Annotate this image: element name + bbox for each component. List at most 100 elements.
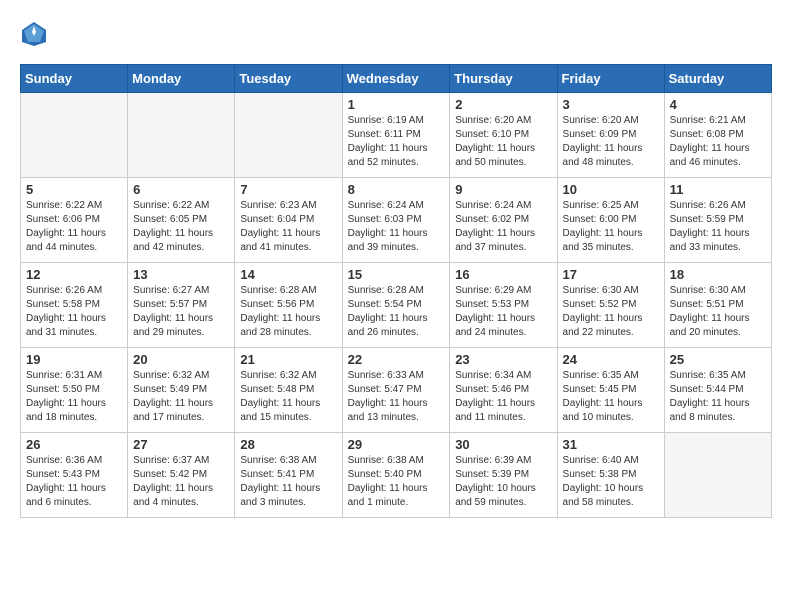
day-cell: 28 Sunrise: 6:38 AM Sunset: 5:41 PM Dayli… [235,433,342,518]
week-row-4: 19Sunrise: 6:31 AM Sunset: 5:50 PM Dayli… [21,348,772,433]
day-cell: 10 Sunrise: 6:25 AM Sunset: 6:00 PM Dayli… [557,178,664,263]
day-cell: 21 Sunrise: 6:32 AM Sunset: 5:48 PM Dayli… [235,348,342,433]
day-number: 2 [455,97,551,112]
page-header [20,20,772,48]
day-info: Sunrise: 6:20 AM Sunset: 6:10 PM Dayligh… [455,114,551,170]
day-info: Sunrise: 6:26 AM Sunset: 5:58 PM Dayligh… [26,284,122,340]
header-sunday: Sunday [21,65,128,93]
day-info: Sunrise: 6:26 AM Sunset: 5:59 PM Dayligh… [670,199,766,255]
day-cell: 7 Sunrise: 6:23 AM Sunset: 6:04 PM Daylig… [235,178,342,263]
day-info: Sunrise: 6:28 AM Sunset: 5:54 PM Dayligh… [348,284,445,340]
day-number: 13 [133,267,229,282]
day-info: Sunrise: 6:24 AM Sunset: 6:03 PM Dayligh… [348,199,445,255]
day-info: Sunrise: 6:34 AM Sunset: 5:46 PM Dayligh… [455,369,551,425]
day-cell: 30 Sunrise: 6:39 AM Sunset: 5:39 PM Dayli… [450,433,557,518]
header-thursday: Thursday [450,65,557,93]
day-cell: 13 Sunrise: 6:27 AM Sunset: 5:57 PM Dayli… [128,263,235,348]
day-cell [664,433,771,518]
header-friday: Friday [557,65,664,93]
day-number: 7 [240,182,336,197]
day-number: 11 [670,182,766,197]
day-number: 6 [133,182,229,197]
day-number: 14 [240,267,336,282]
day-number: 1 [348,97,445,112]
header-monday: Monday [128,65,235,93]
day-info: Sunrise: 6:22 AM Sunset: 6:06 PM Dayligh… [26,199,122,255]
day-cell: 15 Sunrise: 6:28 AM Sunset: 5:54 PM Dayli… [342,263,450,348]
day-info: Sunrise: 6:23 AM Sunset: 6:04 PM Dayligh… [240,199,336,255]
day-number: 30 [455,437,551,452]
header-row: SundayMondayTuesdayWednesdayThursdayFrid… [21,65,772,93]
day-number: 15 [348,267,445,282]
day-number: 28 [240,437,336,452]
day-number: 9 [455,182,551,197]
day-cell: 18 Sunrise: 6:30 AM Sunset: 5:51 PM Dayli… [664,263,771,348]
day-number: 26 [26,437,122,452]
day-cell: 14 Sunrise: 6:28 AM Sunset: 5:56 PM Dayli… [235,263,342,348]
day-info: Sunrise: 6:32 AM Sunset: 5:49 PM Dayligh… [133,369,229,425]
header-wednesday: Wednesday [342,65,450,93]
day-cell: 9 Sunrise: 6:24 AM Sunset: 6:02 PM Daylig… [450,178,557,263]
day-info: Sunrise: 6:20 AM Sunset: 6:09 PM Dayligh… [563,114,659,170]
day-cell [21,93,128,178]
day-info: Sunrise: 6:40 AM Sunset: 5:38 PM Dayligh… [563,454,659,510]
logo [20,20,52,48]
day-info: Sunrise: 6:27 AM Sunset: 5:57 PM Dayligh… [133,284,229,340]
day-info: Sunrise: 6:28 AM Sunset: 5:56 PM Dayligh… [240,284,336,340]
day-number: 17 [563,267,659,282]
day-cell: 22 Sunrise: 6:33 AM Sunset: 5:47 PM Dayli… [342,348,450,433]
day-cell: 11 Sunrise: 6:26 AM Sunset: 5:59 PM Dayli… [664,178,771,263]
day-info: Sunrise: 6:30 AM Sunset: 5:51 PM Dayligh… [670,284,766,340]
day-info: Sunrise: 6:39 AM Sunset: 5:39 PM Dayligh… [455,454,551,510]
day-number: 10 [563,182,659,197]
day-cell: 1 Sunrise: 6:19 AM Sunset: 6:11 PM Daylig… [342,93,450,178]
day-number: 24 [563,352,659,367]
day-cell: 5 Sunrise: 6:22 AM Sunset: 6:06 PM Daylig… [21,178,128,263]
day-cell: 29Sunrise: 6:38 AM Sunset: 5:40 PM Dayli… [342,433,450,518]
day-cell [235,93,342,178]
day-info: Sunrise: 6:22 AM Sunset: 6:05 PM Dayligh… [133,199,229,255]
day-info: Sunrise: 6:24 AM Sunset: 6:02 PM Dayligh… [455,199,551,255]
header-saturday: Saturday [664,65,771,93]
day-number: 16 [455,267,551,282]
day-cell: 4 Sunrise: 6:21 AM Sunset: 6:08 PM Daylig… [664,93,771,178]
day-cell: 26 Sunrise: 6:36 AM Sunset: 5:43 PM Dayli… [21,433,128,518]
day-info: Sunrise: 6:30 AM Sunset: 5:52 PM Dayligh… [563,284,659,340]
day-cell: 3Sunrise: 6:20 AM Sunset: 6:09 PM Daylig… [557,93,664,178]
day-cell: 27Sunrise: 6:37 AM Sunset: 5:42 PM Dayli… [128,433,235,518]
week-row-2: 5 Sunrise: 6:22 AM Sunset: 6:06 PM Daylig… [21,178,772,263]
day-number: 31 [563,437,659,452]
day-number: 5 [26,182,122,197]
day-info: Sunrise: 6:32 AM Sunset: 5:48 PM Dayligh… [240,369,336,425]
day-number: 20 [133,352,229,367]
day-number: 23 [455,352,551,367]
day-number: 25 [670,352,766,367]
day-info: Sunrise: 6:38 AM Sunset: 5:41 PM Dayligh… [240,454,336,510]
week-row-3: 12Sunrise: 6:26 AM Sunset: 5:58 PM Dayli… [21,263,772,348]
day-cell: 23 Sunrise: 6:34 AM Sunset: 5:46 PM Dayli… [450,348,557,433]
day-number: 21 [240,352,336,367]
day-info: Sunrise: 6:36 AM Sunset: 5:43 PM Dayligh… [26,454,122,510]
day-info: Sunrise: 6:33 AM Sunset: 5:47 PM Dayligh… [348,369,445,425]
day-number: 19 [26,352,122,367]
day-number: 22 [348,352,445,367]
day-info: Sunrise: 6:38 AM Sunset: 5:40 PM Dayligh… [348,454,445,510]
header-tuesday: Tuesday [235,65,342,93]
day-cell: 6 Sunrise: 6:22 AM Sunset: 6:05 PM Daylig… [128,178,235,263]
calendar: SundayMondayTuesdayWednesdayThursdayFrid… [20,64,772,518]
day-number: 18 [670,267,766,282]
day-cell: 17 Sunrise: 6:30 AM Sunset: 5:52 PM Dayli… [557,263,664,348]
day-info: Sunrise: 6:35 AM Sunset: 5:45 PM Dayligh… [563,369,659,425]
day-info: Sunrise: 6:19 AM Sunset: 6:11 PM Dayligh… [348,114,445,170]
day-info: Sunrise: 6:37 AM Sunset: 5:42 PM Dayligh… [133,454,229,510]
day-info: Sunrise: 6:29 AM Sunset: 5:53 PM Dayligh… [455,284,551,340]
day-cell: 16 Sunrise: 6:29 AM Sunset: 5:53 PM Dayli… [450,263,557,348]
day-info: Sunrise: 6:25 AM Sunset: 6:00 PM Dayligh… [563,199,659,255]
day-number: 8 [348,182,445,197]
logo-icon [20,20,48,48]
day-number: 4 [670,97,766,112]
day-cell: 25Sunrise: 6:35 AM Sunset: 5:44 PM Dayli… [664,348,771,433]
week-row-5: 26 Sunrise: 6:36 AM Sunset: 5:43 PM Dayli… [21,433,772,518]
week-row-1: 1 Sunrise: 6:19 AM Sunset: 6:11 PM Daylig… [21,93,772,178]
day-info: Sunrise: 6:21 AM Sunset: 6:08 PM Dayligh… [670,114,766,170]
